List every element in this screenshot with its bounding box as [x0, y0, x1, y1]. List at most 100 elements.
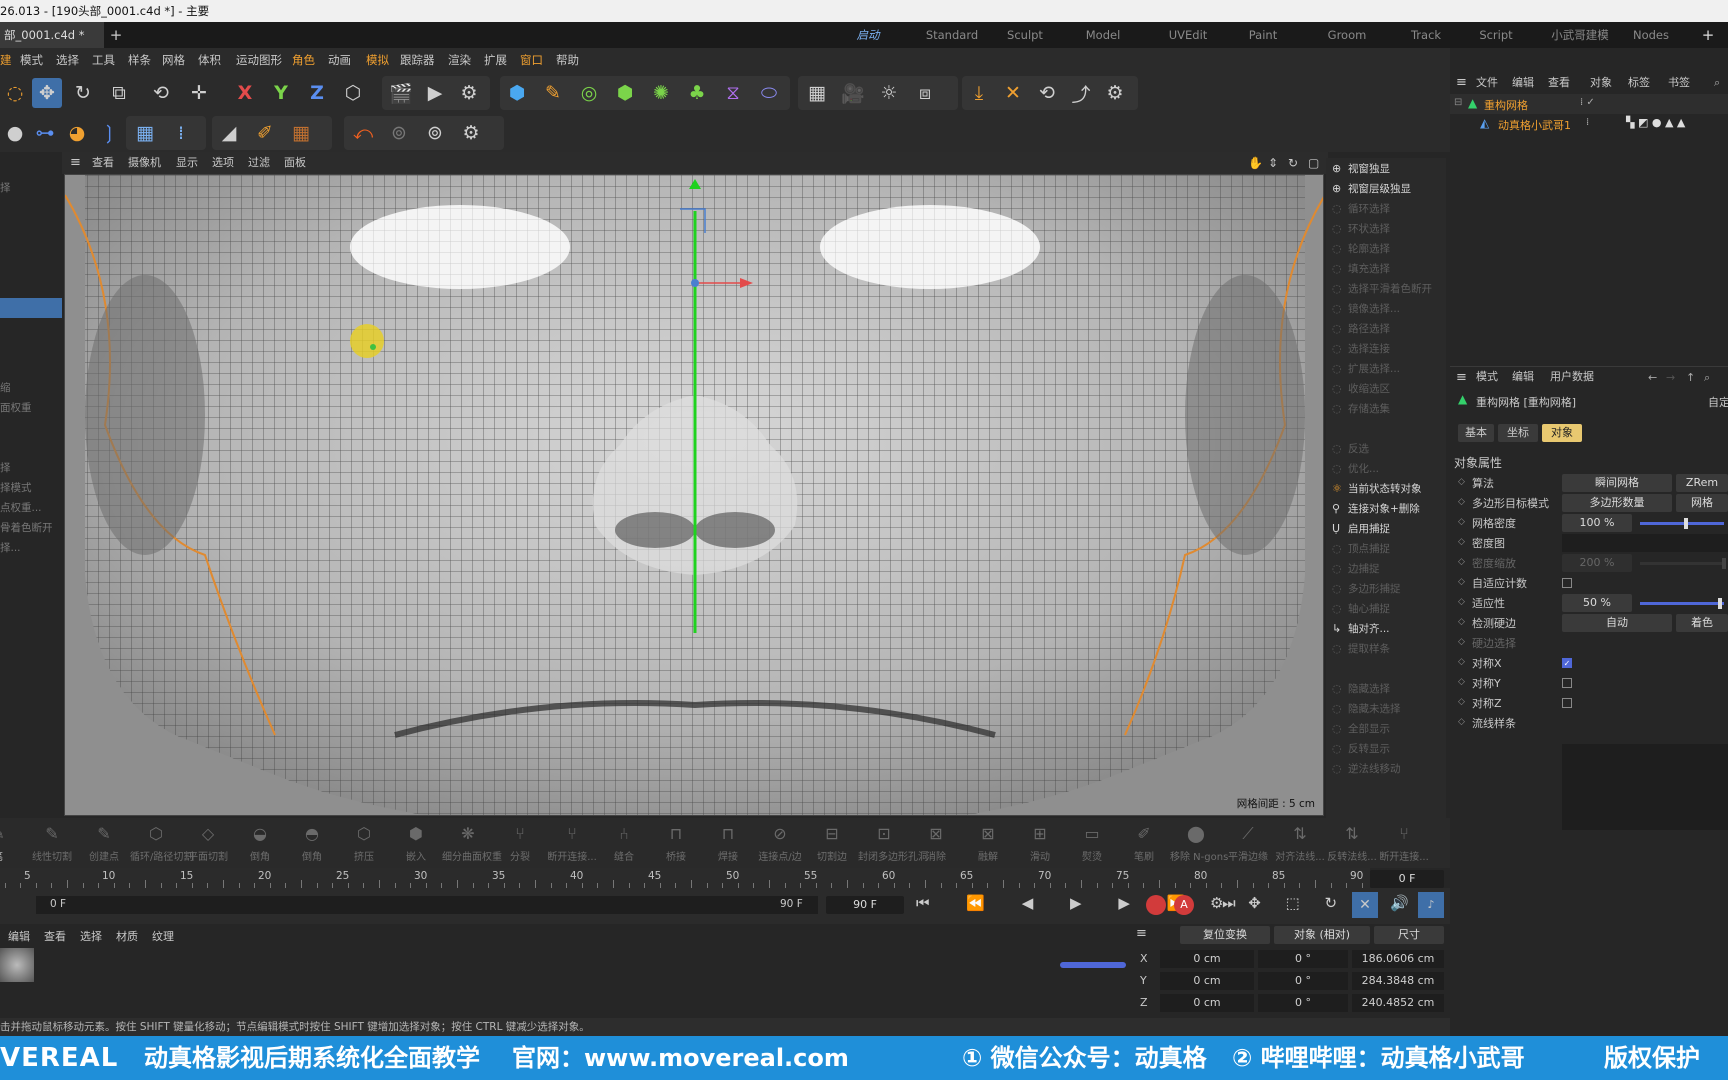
command-item-8[interactable]: ◌ 路径选择	[1326, 318, 1446, 340]
coord-size-field[interactable]: 284.3848 cm	[1352, 972, 1444, 990]
tab-coord[interactable]: 坐标	[1498, 424, 1538, 442]
command-item-3[interactable]: ◌ 环状选择	[1326, 218, 1446, 240]
subdivision-icon[interactable]: ◎	[574, 78, 604, 108]
command-item-14[interactable]: ◌ 反选	[1326, 438, 1446, 460]
field-icon[interactable]: ⬭	[754, 78, 784, 108]
camera-icon[interactable]: 🎥	[838, 78, 868, 108]
attr-slider-4[interactable]	[1640, 562, 1724, 565]
left-panel-item[interactable]	[0, 358, 62, 378]
command-item-17[interactable]: ⚲ 连接对象+删除	[1326, 498, 1446, 520]
command-button-10[interactable]: ⑂ 分裂	[494, 818, 546, 868]
menu-item-11[interactable]: 跟踪器	[400, 48, 435, 72]
autokey-icon[interactable]: A	[1174, 895, 1194, 915]
material-menu-4[interactable]: 纹理	[152, 928, 174, 944]
menu-item-13[interactable]: 扩展	[484, 48, 507, 72]
keyframe-diamond-icon[interactable]: ◇	[1458, 497, 1465, 507]
attr-value2-0[interactable]: ZRem	[1676, 474, 1728, 492]
search-icon[interactable]: ⌕	[1714, 72, 1720, 94]
visibility-dots-icon[interactable]: ⁞	[1586, 117, 1589, 128]
menu-item-12[interactable]: 渲染	[448, 48, 471, 72]
command-item-18[interactable]: Ụ 启用捕捉	[1326, 518, 1446, 540]
command-button-8[interactable]: ⬢ 嵌入	[390, 818, 442, 868]
menu-item-14[interactable]: 窗口	[520, 48, 543, 72]
command-item-15[interactable]: ◌ 优化...	[1326, 458, 1446, 480]
drop-to-floor-icon[interactable]: ⤓	[964, 78, 994, 108]
command-item-24[interactable]: ◌ 提取样条	[1326, 638, 1446, 660]
spline-list-box[interactable]	[1562, 744, 1728, 830]
attr-checkbox-10[interactable]	[1562, 678, 1572, 688]
ball-icon[interactable]: ◕	[62, 118, 92, 148]
render-view-icon[interactable]: 🎬	[386, 78, 416, 108]
command-item-20[interactable]: ◌ 边捕捉	[1326, 558, 1446, 580]
left-panel-item[interactable]	[0, 278, 62, 298]
attr-slider-2[interactable]	[1640, 522, 1724, 525]
left-panel-item[interactable]: 骨着色断开	[0, 518, 62, 538]
command-button-7[interactable]: ⬡ 挤压	[338, 818, 390, 868]
keyframe-diamond-icon[interactable]: ◇	[1458, 657, 1465, 667]
ramp-icon[interactable]: ◢	[214, 118, 244, 148]
add-tab-button[interactable]: +	[108, 22, 124, 48]
left-panel-item[interactable]: 缩	[0, 378, 62, 398]
left-panel-item[interactable]	[0, 198, 62, 218]
coord-rotation-field[interactable]: 0 °	[1258, 972, 1348, 990]
command-item-25[interactable]	[1326, 658, 1446, 680]
command-item-6[interactable]: ◌ 选择平滑着色断开	[1326, 278, 1446, 300]
grid-select-icon[interactable]: ▦	[130, 118, 160, 148]
command-item-19[interactable]: ◌ 顶点捕捉	[1326, 538, 1446, 560]
coord-position-field[interactable]: 0 cm	[1160, 950, 1254, 968]
bracket-icon[interactable]: ❳	[94, 118, 124, 148]
orbit-icon[interactable]: ↻	[1288, 152, 1298, 174]
command-button-5[interactable]: ◒ 倒角	[234, 818, 286, 868]
record-icon[interactable]	[1146, 895, 1166, 915]
command-button-0[interactable]: ✎笔	[0, 818, 24, 868]
keyframe-diamond-icon[interactable]: ◇	[1458, 537, 1465, 547]
keyframe-tool-icon[interactable]: ✕	[1352, 892, 1378, 918]
attr-value-0[interactable]: 瞬间网格	[1562, 474, 1672, 492]
keyframe-diamond-icon[interactable]: ◇	[1458, 597, 1465, 607]
keyframe-diamond-icon[interactable]: ◇	[1458, 477, 1465, 487]
knife-icon[interactable]: ⊶	[30, 118, 60, 148]
viewport-menu-item-5[interactable]: 面板	[284, 152, 306, 174]
sound-icon[interactable]: 🔊	[1390, 894, 1409, 912]
attr-menu-1[interactable]: 编辑	[1512, 366, 1534, 388]
command-item-1[interactable]: ⊕ 视窗层级独显	[1326, 178, 1446, 200]
workspace-tab-5[interactable]: Paint	[1240, 22, 1286, 48]
material-menu-0[interactable]: 编辑	[8, 928, 30, 944]
keyframe-diamond-icon[interactable]: ◇	[1458, 577, 1465, 587]
workspace-tab-4[interactable]: UVEdit	[1160, 22, 1216, 48]
coord-size-field[interactable]: 186.0606 cm	[1352, 950, 1444, 968]
workspace-tab-6[interactable]: Groom	[1320, 22, 1374, 48]
command-button-25[interactable]: ⇅ 对齐法线...	[1274, 818, 1326, 868]
left-panel-item[interactable]: 点权重...	[0, 498, 62, 518]
end-frame-field[interactable]: 90 F	[826, 896, 904, 914]
command-button-4[interactable]: ◇ 平面切割	[182, 818, 234, 868]
menu-item-3[interactable]: 工具	[92, 48, 115, 72]
hamburger-icon[interactable]: ≡	[1456, 72, 1467, 94]
command-button-13[interactable]: ⊓ 桥接	[650, 818, 702, 868]
objmgr-menu-0[interactable]: 文件	[1476, 72, 1498, 94]
command-button-14[interactable]: ⊓ 焊接	[702, 818, 754, 868]
attr-checkbox-5[interactable]	[1562, 578, 1572, 588]
coord-position-field[interactable]: 0 cm	[1160, 994, 1254, 1012]
command-button-17[interactable]: ⊡ 封闭多边形孔洞	[858, 818, 928, 868]
command-button-19[interactable]: ⊠ 融解	[962, 818, 1014, 868]
command-button-24[interactable]: ⟋ 平滑边缘	[1222, 818, 1274, 868]
tag-icons[interactable]: ▚ ◩ ● ▲ ▲	[1626, 116, 1685, 129]
scale-tool-icon[interactable]: ⧉	[104, 78, 134, 108]
command-item-0[interactable]: ⊕ 视窗独显	[1326, 158, 1446, 180]
objmgr-menu-5[interactable]: 书签	[1668, 72, 1690, 94]
current-frame-field[interactable]: 0 F	[1370, 870, 1444, 888]
command-item-4[interactable]: ◌ 轮廓选择	[1326, 238, 1446, 260]
command-button-6[interactable]: ◓ 倒角	[286, 818, 338, 868]
command-item-11[interactable]: ◌ 收缩选区	[1326, 378, 1446, 400]
command-item-7[interactable]: ◌ 镜像选择...	[1326, 298, 1446, 320]
render-picture-icon[interactable]: ▶	[420, 78, 450, 108]
axis-x-button[interactable]: X	[230, 78, 260, 108]
command-item-23[interactable]: ↳ 轴对齐...	[1326, 618, 1446, 640]
objmgr-menu-3[interactable]: 对象	[1590, 72, 1612, 94]
command-button-27[interactable]: ⑂ 断开连接...	[1378, 818, 1430, 868]
size-mode-select[interactable]: 尺寸	[1374, 926, 1444, 944]
left-panel-item[interactable]	[0, 418, 62, 438]
transform-tool-icon[interactable]: ✛	[184, 78, 214, 108]
auto-button[interactable]: 自定	[1708, 394, 1728, 410]
